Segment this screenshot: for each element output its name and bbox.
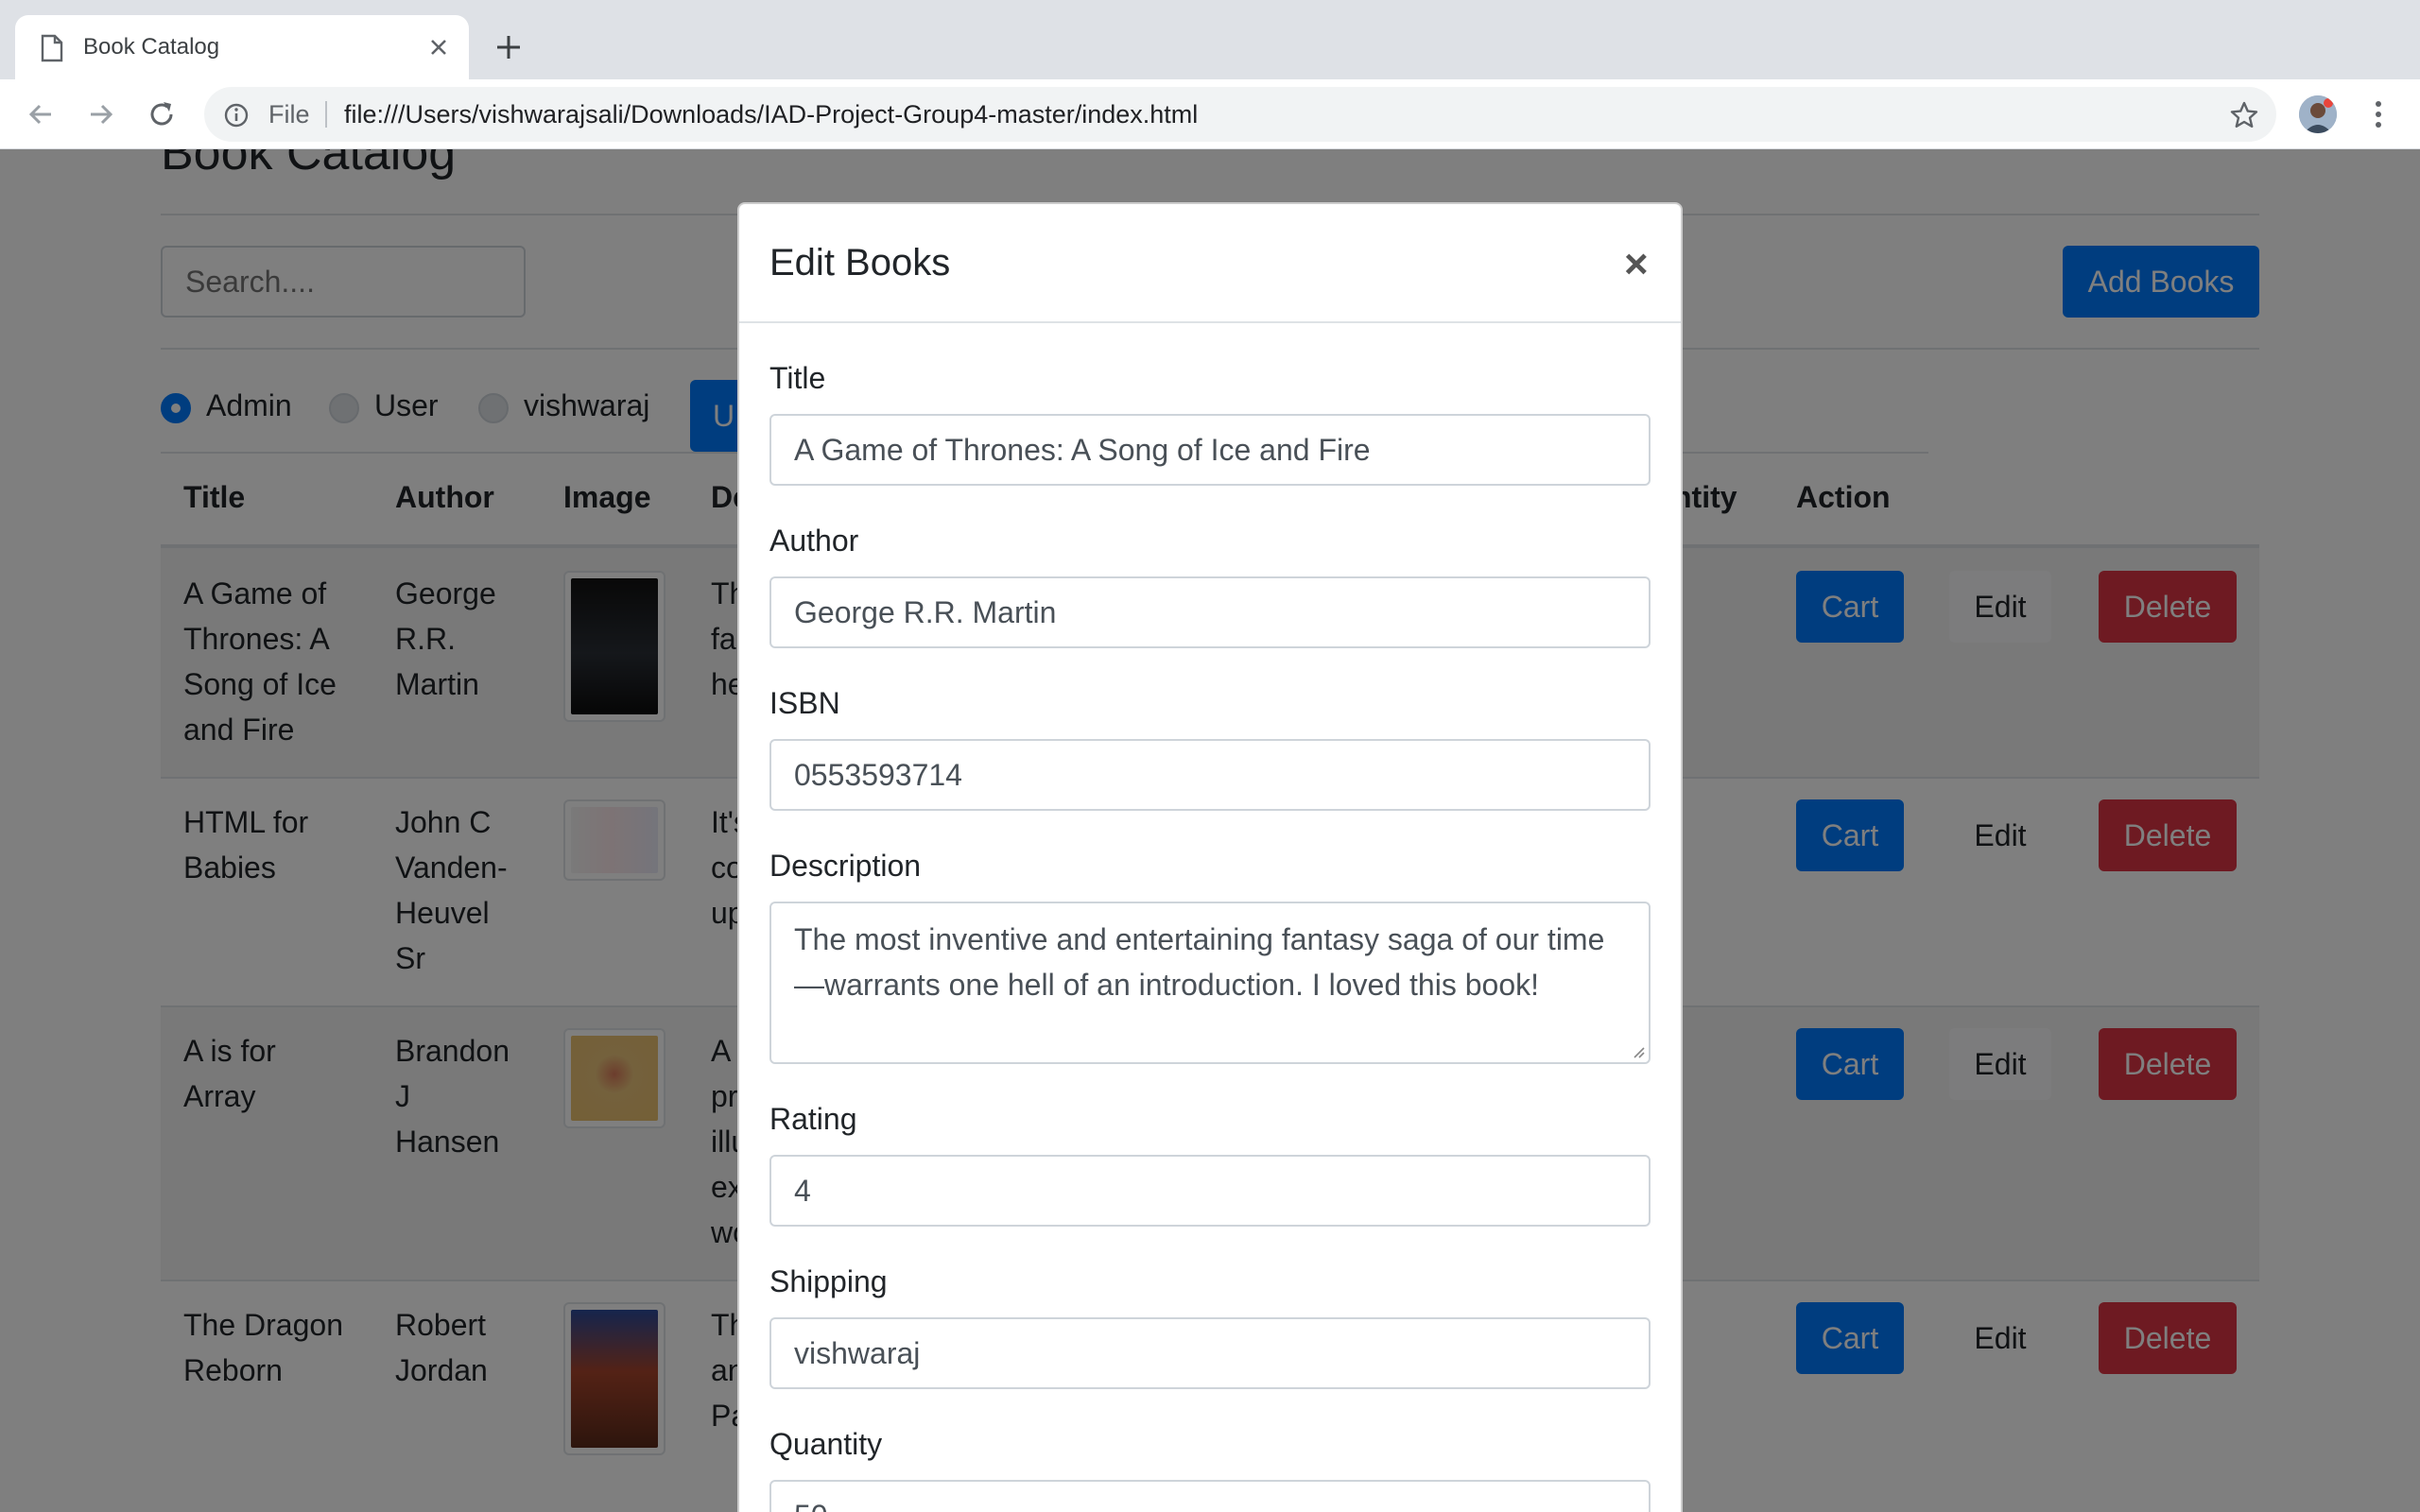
document-icon [41, 34, 63, 62]
tab-title: Book Catalog [83, 34, 220, 60]
reload-icon[interactable] [144, 96, 180, 132]
rating-field-label: Rating [769, 1102, 857, 1136]
isbn-input[interactable]: 0553593714 [769, 739, 1651, 811]
modal-header: Edit Books × [739, 204, 1681, 323]
author-field-label: Author [769, 524, 859, 558]
quantity-input[interactable]: 50 [769, 1480, 1651, 1512]
title-field-label: Title [769, 361, 826, 395]
new-tab-icon[interactable] [492, 30, 526, 64]
rating-input[interactable]: 4 [769, 1155, 1651, 1227]
shipping-field-label: Shipping [769, 1264, 888, 1298]
title-input[interactable]: A Game of Thrones: A Song of Ice and Fir… [769, 414, 1651, 486]
author-input[interactable]: George R.R. Martin [769, 576, 1651, 648]
isbn-field-label: ISBN [769, 686, 840, 720]
browser-tab[interactable]: Book Catalog [15, 15, 469, 79]
profile-avatar[interactable] [2299, 95, 2337, 133]
browser-toolbar: File file:///Users/vishwarajsali/Downloa… [0, 79, 2420, 149]
resize-grip-icon[interactable] [1632, 1045, 1645, 1058]
shipping-input[interactable]: vishwaraj [769, 1317, 1651, 1389]
bookmark-star-icon[interactable] [2229, 100, 2259, 130]
browser-menu-icon[interactable] [2363, 96, 2394, 132]
modal-close-button[interactable]: × [1624, 244, 1649, 285]
quantity-field-label: Quantity [769, 1427, 883, 1461]
forward-arrow-icon[interactable] [83, 96, 119, 132]
profile-avatar-icon [2299, 95, 2337, 133]
description-text: The most inventive and entertaining fant… [794, 922, 1605, 1002]
back-arrow-icon[interactable] [23, 96, 59, 132]
omnibox-divider [325, 101, 327, 128]
close-tab-icon[interactable] [425, 34, 452, 60]
url-scheme-label: File [268, 100, 310, 129]
browser-tab-strip: Book Catalog [0, 0, 2420, 79]
edit-books-modal: Edit Books × Title A Game of Thrones: A … [737, 202, 1683, 1512]
info-icon[interactable] [223, 102, 250, 129]
modal-title: Edit Books [769, 242, 951, 284]
address-bar[interactable]: File file:///Users/vishwarajsali/Downloa… [204, 87, 2276, 142]
url-text[interactable]: file:///Users/vishwarajsali/Downloads/IA… [344, 87, 1198, 142]
description-field-label: Description [769, 849, 922, 883]
description-textarea[interactable]: The most inventive and entertaining fant… [769, 902, 1651, 1064]
